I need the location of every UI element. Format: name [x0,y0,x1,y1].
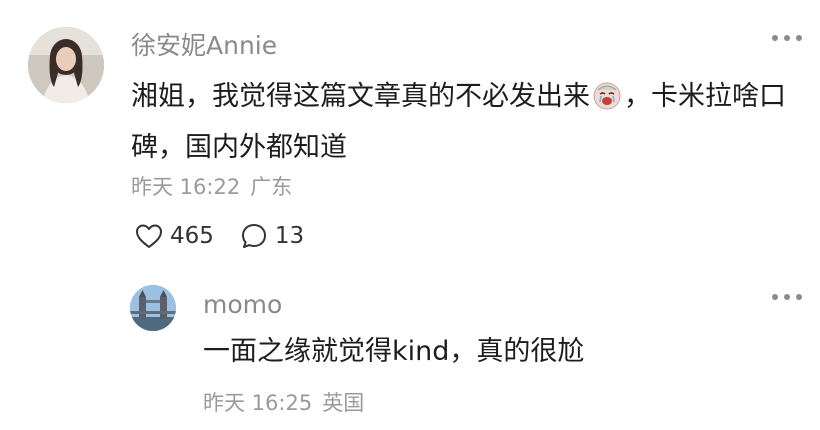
avatar-photo-icon [28,27,104,103]
comment-location: 广东 [250,175,293,199]
user-avatar[interactable] [28,27,104,103]
reply-time: 昨天 16:25 [203,391,313,415]
more-options-icon[interactable] [772,34,802,42]
reply-text: 一面之缘就觉得kind，真的很尬 [203,336,585,367]
like-count: 465 [170,223,214,249]
comment-actions: 465 13 [135,220,304,252]
like-button[interactable]: 465 [135,223,214,249]
comment-time: 昨天 16:22 [131,175,241,199]
tower-bridge-photo-icon [130,285,176,331]
crying-face-icon [592,79,622,125]
reply-location: 英国 [322,391,365,415]
heart-icon [135,223,163,249]
reply-more-options-icon[interactable] [772,293,802,301]
comment-meta: 昨天 16:22 广东 [131,173,292,201]
reply-button[interactable]: 13 [240,222,304,250]
comment-username[interactable]: 徐安妮Annie [131,30,277,62]
comment-text: 湘姐，我觉得这篇文章真的不必发出来 ，卡米拉啥口碑，国内外都知道 [131,74,801,171]
comment-text-part1: 湘姐，我觉得这篇文章真的不必发出来 [131,81,590,112]
reply-count: 13 [274,223,305,249]
comment-bubble-icon [240,222,268,250]
reply-meta: 昨天 16:25 英国 [203,389,364,417]
reply-user-avatar[interactable] [130,285,176,331]
reply-username[interactable]: momo [203,289,282,321]
